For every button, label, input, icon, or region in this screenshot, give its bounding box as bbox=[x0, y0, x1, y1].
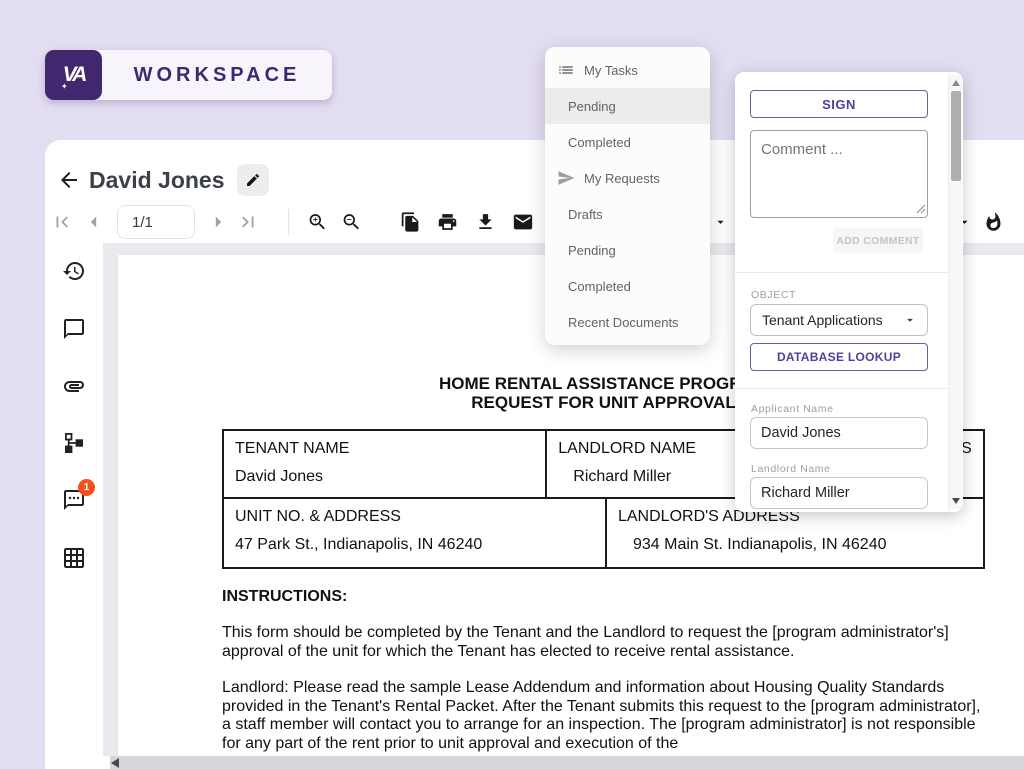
scroll-up-arrow[interactable] bbox=[952, 80, 960, 86]
sparkle-icon: ✦ bbox=[61, 82, 68, 91]
mail-button[interactable] bbox=[512, 211, 534, 233]
landlord-name-input[interactable] bbox=[750, 477, 928, 509]
applicant-name-input[interactable] bbox=[750, 417, 928, 449]
scrollbar-thumb[interactable] bbox=[951, 91, 961, 181]
copy-icon bbox=[400, 212, 421, 233]
tasks-menu: My Tasks Pending Completed My Requests D… bbox=[545, 47, 710, 345]
panel-scrollbar[interactable] bbox=[948, 75, 962, 509]
edit-title-button[interactable] bbox=[237, 164, 269, 196]
chat-notification-badge: 1 bbox=[78, 479, 95, 496]
instructions-heading: INSTRUCTIONS: bbox=[222, 588, 985, 606]
arrow-left-icon bbox=[57, 168, 81, 192]
print-icon bbox=[437, 212, 458, 233]
attachments-button[interactable] bbox=[62, 374, 86, 398]
history-icon bbox=[62, 259, 86, 283]
menu-item-completed-requests[interactable]: Completed bbox=[545, 268, 710, 304]
grid-icon bbox=[62, 546, 86, 570]
zoom-in-icon bbox=[307, 212, 328, 233]
object-label: OBJECT bbox=[751, 289, 796, 301]
menu-item-label: Drafts bbox=[568, 207, 603, 222]
caret-down-icon bbox=[903, 313, 917, 327]
applicant-name-label: Applicant Name bbox=[751, 403, 834, 415]
unit-address-label: UNIT NO. & ADDRESS bbox=[235, 508, 594, 526]
print-button[interactable] bbox=[437, 212, 458, 233]
actions-panel: SIGN ADD COMMENT OBJECT Tenant Applicati… bbox=[735, 72, 963, 512]
instructions-paragraph-1: This form should be completed by the Ten… bbox=[222, 624, 985, 661]
comment-bubble-icon bbox=[62, 317, 86, 341]
panel-divider bbox=[735, 388, 949, 389]
tenant-name-cell: TENANT NAME David Jones bbox=[224, 431, 545, 497]
pencil-icon bbox=[245, 172, 261, 188]
unit-address-value: 47 Park St., Indianapolis, IN 46240 bbox=[235, 536, 594, 554]
previous-icon bbox=[81, 209, 107, 235]
send-icon bbox=[557, 169, 575, 187]
menu-item-pending-requests[interactable]: Pending bbox=[545, 232, 710, 268]
zoom-out-button[interactable] bbox=[341, 212, 362, 233]
sign-button[interactable]: SIGN bbox=[750, 90, 928, 118]
grid-button[interactable] bbox=[62, 546, 86, 570]
previous-page-button[interactable] bbox=[81, 209, 107, 235]
brand-name: WORKSPACE bbox=[102, 50, 332, 100]
flame-icon bbox=[983, 212, 1004, 233]
back-button[interactable] bbox=[55, 166, 83, 194]
menu-item-completed[interactable]: Completed bbox=[545, 124, 710, 160]
menu-item-label: Completed bbox=[568, 135, 631, 150]
download-icon bbox=[475, 212, 496, 233]
toolbar-divider bbox=[288, 209, 289, 235]
menu-item-label: My Requests bbox=[584, 171, 660, 186]
next-page-button[interactable] bbox=[205, 209, 231, 235]
workspace-logo: VA ✦ WORKSPACE bbox=[45, 50, 332, 100]
menu-item-label: Completed bbox=[568, 279, 631, 294]
workflow-icon bbox=[62, 431, 86, 455]
menu-item-label: Recent Documents bbox=[568, 315, 679, 330]
mail-icon bbox=[512, 211, 534, 233]
last-page-button[interactable] bbox=[237, 211, 259, 233]
menu-item-pending[interactable]: Pending bbox=[545, 88, 710, 124]
annotation-sidebar: 1 bbox=[45, 243, 103, 769]
next-icon bbox=[205, 209, 231, 235]
caret-down-icon bbox=[713, 215, 728, 230]
workflow-button[interactable] bbox=[62, 431, 86, 455]
object-selected-value: Tenant Applications bbox=[762, 312, 883, 328]
instructions-paragraph-2: Landlord: Please read the sample Lease A… bbox=[222, 679, 985, 753]
tenant-name-label: TENANT NAME bbox=[235, 440, 534, 458]
landlord-address-value: 934 Main St. Indianapolis, IN 46240 bbox=[633, 536, 972, 554]
history-button[interactable] bbox=[62, 259, 86, 283]
first-page-button[interactable] bbox=[51, 211, 73, 233]
landlord-name-label: Landlord Name bbox=[751, 463, 831, 475]
page-number-input[interactable] bbox=[117, 205, 195, 239]
menu-item-label: My Tasks bbox=[584, 63, 638, 78]
menu-item-recent-documents[interactable]: Recent Documents bbox=[545, 304, 710, 340]
comment-textarea[interactable] bbox=[750, 130, 928, 218]
unit-address-cell: UNIT NO. & ADDRESS 47 Park St., Indianap… bbox=[224, 499, 605, 567]
zoom-out-icon bbox=[341, 212, 362, 233]
menu-item-label: Pending bbox=[568, 99, 616, 114]
comments-button[interactable] bbox=[62, 317, 86, 341]
object-select[interactable]: Tenant Applications bbox=[750, 304, 928, 336]
paperclip-icon bbox=[62, 374, 86, 398]
last-page-icon bbox=[237, 211, 259, 233]
add-comment-button[interactable]: ADD COMMENT bbox=[833, 228, 923, 253]
menu-item-my-requests[interactable]: My Requests bbox=[545, 160, 710, 196]
scroll-down-arrow[interactable] bbox=[952, 498, 960, 504]
document-header: David Jones bbox=[55, 162, 269, 198]
zoom-in-button[interactable] bbox=[307, 212, 328, 233]
horizontal-scrollbar[interactable] bbox=[110, 756, 1024, 769]
scrollbar-left-arrow[interactable] bbox=[111, 758, 119, 768]
chat-button[interactable]: 1 bbox=[62, 488, 86, 512]
page-title: David Jones bbox=[89, 167, 225, 194]
fire-tool-button[interactable] bbox=[983, 212, 1004, 233]
panel-divider bbox=[735, 272, 949, 273]
download-button[interactable] bbox=[475, 212, 496, 233]
first-page-icon bbox=[51, 211, 73, 233]
menu-item-my-tasks[interactable]: My Tasks bbox=[545, 52, 710, 88]
list-icon bbox=[557, 61, 575, 79]
more-tools-dropdown[interactable] bbox=[713, 215, 728, 230]
copy-button[interactable] bbox=[400, 212, 421, 233]
tenant-name-value: David Jones bbox=[235, 468, 534, 486]
database-lookup-button[interactable]: DATABASE LOOKUP bbox=[750, 343, 928, 371]
brand-mark: VA ✦ bbox=[45, 50, 102, 100]
menu-item-label: Pending bbox=[568, 243, 616, 258]
menu-item-drafts[interactable]: Drafts bbox=[545, 196, 710, 232]
